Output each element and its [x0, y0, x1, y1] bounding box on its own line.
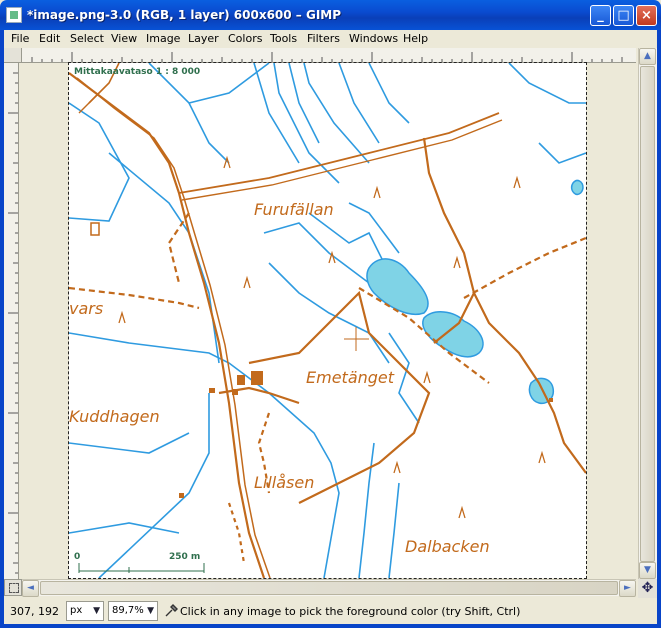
- horizontal-scrollbar[interactable]: ◄ ►: [22, 579, 636, 597]
- color-picker-icon: [165, 604, 178, 617]
- place-name-emetanget: Emetänget: [306, 368, 395, 387]
- menu-file[interactable]: File: [11, 32, 29, 45]
- status-bar: 307, 192 px ▼ 89,7% ▼ Click in any image…: [4, 598, 657, 624]
- image-canvas-area[interactable]: Mittakaavataso 1 : 8 000 0 250 m Furufäl…: [19, 62, 636, 579]
- minimize-button[interactable]: _: [590, 5, 611, 26]
- scale-bar: [78, 563, 205, 573]
- menu-image[interactable]: Image: [146, 32, 180, 45]
- water-lines: [69, 63, 586, 578]
- menu-select[interactable]: Select: [70, 32, 104, 45]
- scroll-right-button[interactable]: ►: [619, 580, 636, 597]
- vertical-scrollbar[interactable]: ▲ ▼: [638, 48, 657, 579]
- place-name-lillasen: Lillåsen: [254, 473, 315, 492]
- place-name-dalbacken: Dalbacken: [405, 537, 490, 556]
- menu-windows[interactable]: Windows: [349, 32, 398, 45]
- window-title: *image.png-3.0 (RGB, 1 layer) 600x600 – …: [27, 8, 342, 22]
- window-border-right: [657, 30, 661, 628]
- scroll-up-button[interactable]: ▲: [639, 48, 656, 65]
- map-drawing: [69, 63, 586, 578]
- menu-edit[interactable]: Edit: [39, 32, 60, 45]
- horizontal-ruler[interactable]: [22, 48, 636, 63]
- unit-value: px: [70, 605, 83, 616]
- horizontal-scroll-thumb[interactable]: [40, 581, 618, 595]
- buildings: [90, 222, 553, 498]
- menu-view[interactable]: View: [111, 32, 137, 45]
- scale-end-label: 250 m: [169, 552, 201, 562]
- menu-bar: File Edit Select View Image Layer Colors…: [4, 30, 657, 48]
- status-message: Click in any image to pick the foregroun…: [180, 605, 521, 618]
- pointer-coordinates: 307, 192: [10, 605, 59, 618]
- chevron-down-icon: ▼: [93, 606, 100, 616]
- place-name-kuddhagen: Kuddhagen: [69, 407, 160, 426]
- scroll-left-button[interactable]: ◄: [22, 580, 39, 597]
- vertical-ruler-ticks: [8, 72, 18, 574]
- gimp-app-icon[interactable]: [6, 7, 22, 23]
- quick-mask-toggle[interactable]: [4, 579, 22, 596]
- menu-layer[interactable]: Layer: [188, 32, 219, 45]
- place-name-vars: vars: [69, 299, 104, 318]
- horizontal-ruler-ticks: [31, 52, 623, 62]
- menu-colors[interactable]: Colors: [228, 32, 262, 45]
- maximize-button[interactable]: □: [613, 5, 634, 26]
- scroll-down-button[interactable]: ▼: [639, 562, 656, 579]
- menu-help[interactable]: Help: [403, 32, 428, 45]
- scale-start-label: 0: [74, 552, 81, 562]
- roads: [69, 63, 586, 578]
- zoom-value: 89,7%: [112, 605, 144, 616]
- zoom-dropdown[interactable]: 89,7% ▼: [108, 601, 158, 621]
- close-button[interactable]: ×: [636, 5, 657, 26]
- title-bar[interactable]: *image.png-3.0 (RGB, 1 layer) 600x600 – …: [0, 0, 661, 30]
- map-image[interactable]: Mittakaavataso 1 : 8 000 0 250 m Furufäl…: [68, 62, 587, 579]
- place-name-furufallan: Furufällan: [254, 200, 334, 219]
- menu-filters[interactable]: Filters: [307, 32, 340, 45]
- vertical-scroll-thumb[interactable]: [640, 66, 655, 562]
- vertical-ruler[interactable]: [4, 63, 19, 579]
- scale-title: Mittakaavataso 1 : 8 000: [74, 67, 201, 77]
- chevron-down-icon: ▼: [147, 606, 154, 616]
- menu-tools[interactable]: Tools: [270, 32, 297, 45]
- window-border-bottom: [0, 624, 661, 628]
- unit-dropdown[interactable]: px ▼: [66, 601, 104, 621]
- navigate-icon[interactable]: ✥: [638, 579, 657, 598]
- ruler-corner[interactable]: [4, 48, 22, 63]
